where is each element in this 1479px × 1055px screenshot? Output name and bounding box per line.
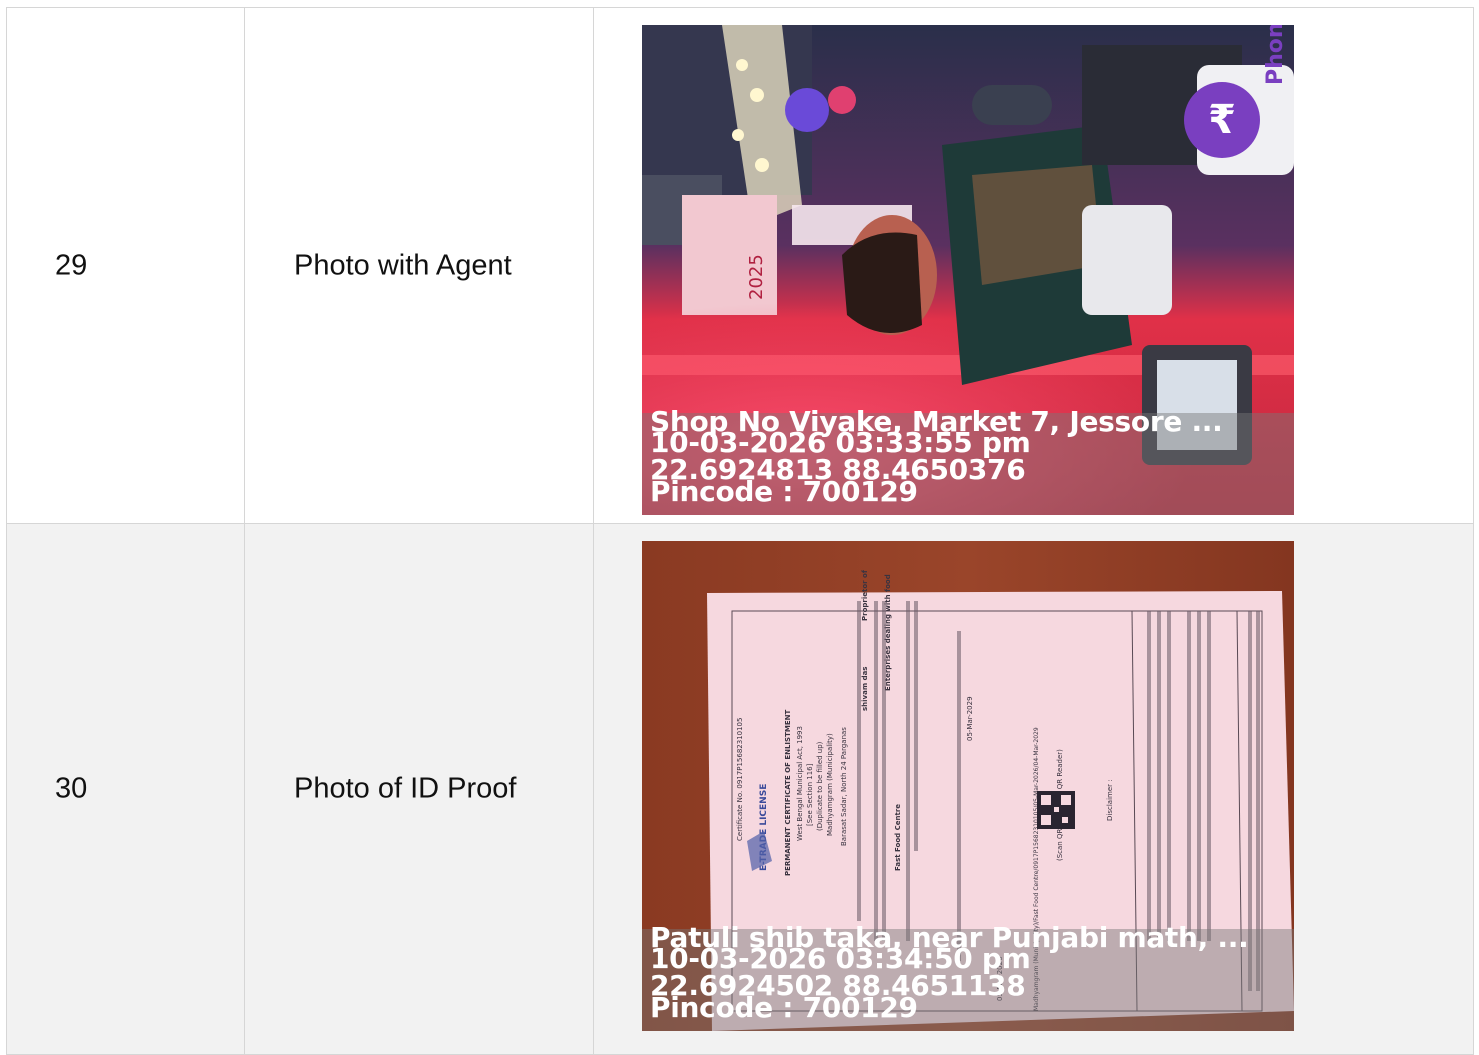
row-label-cell: Photo of ID Proof — [245, 524, 594, 1054]
cert-number: Certificate No. 0917P15682310105 — [736, 718, 744, 841]
cert-section: [See Section 116] — [806, 763, 814, 826]
cert-duplicate: (Duplicate to be filled up) — [816, 741, 824, 831]
row-number-cell: 29 — [7, 8, 245, 523]
row-number-cell: 30 — [7, 524, 245, 1054]
row-number: 30 — [55, 772, 88, 805]
caption-pincode: Pincode : 700129 — [650, 475, 918, 508]
table-row: 29 Photo with Agent ₹ PhonePe Shop No Vi… — [7, 8, 1474, 524]
cert-disclaimer: Disclaimer : — [1106, 779, 1114, 821]
phonepe-brand: PhonePe — [1263, 25, 1288, 85]
row-photo-cell: 2025 ₹ PhonePe — [594, 8, 1474, 523]
photo-caption: Patuli shib taka, near Punjabi math, ...… — [642, 921, 1294, 1031]
cert-district: Barasat Sadar, North 24 Parganas — [840, 727, 848, 846]
photo-caption: Shop No Viyake, Market 7, Jessore ... 10… — [642, 405, 1294, 515]
row-number: 29 — [55, 249, 88, 281]
cert-heading: PERMANENT CERTIFICATE OF ENLISTMENT — [784, 710, 792, 876]
cert-business: Fast Food Centre — [894, 804, 902, 871]
table-row: 30 Photo of ID Proof Certificate No. 091… — [7, 524, 1474, 1055]
document-table: 29 Photo with Agent ₹ PhonePe Shop No Vi… — [6, 7, 1474, 1055]
svg-text:₹: ₹ — [1208, 97, 1236, 143]
cert-validity: 05-Mar-2029 — [966, 696, 974, 741]
caption-pincode: Pincode : 700129 — [650, 991, 918, 1024]
row-label: Photo with Agent — [294, 249, 512, 281]
cert-holder: shivam das — [861, 667, 869, 711]
id-proof-photo[interactable]: Certificate No. 0917P15682310105 E-TRADE… — [642, 541, 1294, 1031]
row-photo-cell: Certificate No. 0917P15682310105 E-TRADE… — [594, 524, 1474, 1054]
row-label-cell: Photo with Agent — [245, 8, 594, 523]
row-label: Photo of ID Proof — [294, 772, 517, 805]
cert-municipality: Madhyamgram (Municipality) — [826, 733, 834, 836]
cert-act: West Bengal Municipal Act, 1993 — [796, 726, 804, 841]
cert-role: Proprietor of — [861, 569, 869, 621]
agent-photo[interactable]: 2025 ₹ PhonePe — [642, 25, 1294, 515]
